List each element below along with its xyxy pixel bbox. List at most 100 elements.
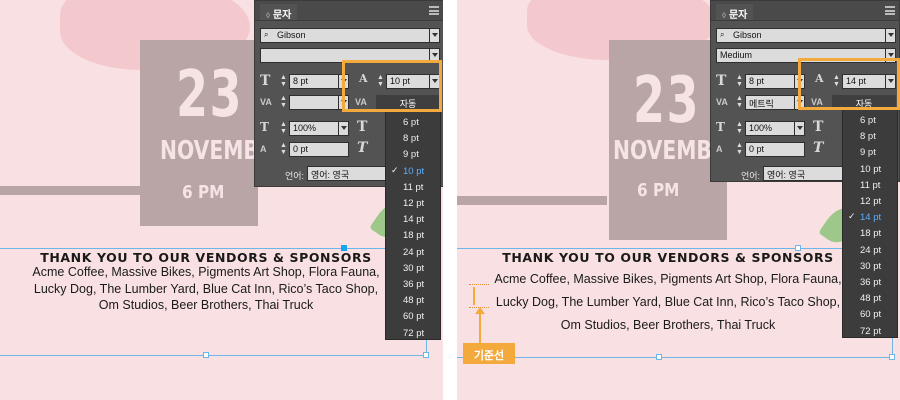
leading-option-label: 30 pt xyxy=(860,260,882,272)
leading-option[interactable]: 10 pt xyxy=(843,161,897,177)
leading-option[interactable]: 30 pt xyxy=(386,260,440,276)
leading-option-label: 10 pt xyxy=(403,165,425,177)
leading-option-label: 18 pt xyxy=(860,228,882,240)
vendor-line: Acme Coffee, Massive Bikes, Pigments Art… xyxy=(494,272,842,286)
kerning-icon: VA xyxy=(716,97,728,107)
leading-option-label: 12 pt xyxy=(860,196,882,207)
baseline-shift-stepper[interactable]: ▲ ▼ xyxy=(735,142,744,157)
leading-option[interactable]: 48 pt xyxy=(843,290,897,306)
leading-highlight xyxy=(798,58,900,110)
baseline-shift-field[interactable]: 0 pt xyxy=(289,142,349,157)
leading-option-label: 11 pt xyxy=(403,181,424,193)
leading-option[interactable]: 12 pt xyxy=(843,193,897,209)
leading-option[interactable]: 18 pt xyxy=(386,227,440,243)
baseline-shift-field[interactable]: 0 pt xyxy=(745,142,805,157)
leading-option[interactable]: 24 pt xyxy=(843,242,897,258)
language-field[interactable]: 영어: 영국 xyxy=(763,166,843,181)
horizontal-scale-icon: T xyxy=(813,119,824,135)
leading-option-label: 72 pt xyxy=(403,327,425,339)
leading-option-label: 14 pt xyxy=(860,212,882,224)
date-block: 23 NOVEMBER 6 PM xyxy=(140,40,288,226)
leading-option[interactable]: 9 pt xyxy=(386,146,440,162)
leading-option[interactable]: 72 pt xyxy=(386,325,440,341)
kerning-stepper[interactable]: ▲ ▼ xyxy=(279,95,288,110)
horizontal-scale-icon: T xyxy=(357,119,368,135)
leading-option[interactable]: 12 pt xyxy=(386,195,440,211)
vertical-scale-dropdown[interactable] xyxy=(338,121,349,136)
leading-option[interactable]: 36 pt xyxy=(386,276,440,292)
leading-option-label: 18 pt xyxy=(403,230,425,242)
panel-menu-icon[interactable] xyxy=(885,6,895,15)
leading-option[interactable]: 11 pt xyxy=(386,179,440,195)
kerning-stepper[interactable]: ▲ ▼ xyxy=(735,95,744,110)
frame-handle[interactable] xyxy=(203,352,209,358)
search-icon: ⌕ xyxy=(720,30,725,39)
vertical-scale-stepper[interactable]: ▲ ▼ xyxy=(279,121,288,136)
language-field[interactable]: 영어: 영국 xyxy=(307,166,387,181)
leading-option[interactable]: 6 pt xyxy=(843,112,897,128)
left-screenshot: 23 NOVEMBER 6 PM THANK YOU TO OUR VENDOR… xyxy=(0,0,443,400)
font-family-dropdown[interactable] xyxy=(885,28,896,43)
leading-option-label: 6 pt xyxy=(403,117,419,128)
leading-option[interactable]: 24 pt xyxy=(386,244,440,260)
tab-character[interactable]: ◊ 문자 xyxy=(260,4,298,21)
kerning-field[interactable] xyxy=(289,95,339,110)
leading-option[interactable]: 9 pt xyxy=(843,144,897,160)
kerning-field[interactable]: 메트릭 xyxy=(745,95,795,110)
leading-option[interactable]: 6 pt xyxy=(386,114,440,130)
leading-highlight xyxy=(342,60,442,112)
baseline-shift-icon: A xyxy=(260,144,267,154)
vertical-scale-stepper[interactable]: ▲ ▼ xyxy=(735,121,744,136)
collapse-icon: ◊ xyxy=(722,11,726,20)
font-family-field[interactable]: ⌕ Gibson xyxy=(716,28,886,43)
tab-character[interactable]: ◊ 문자 xyxy=(716,4,754,21)
font-size-icon: T xyxy=(716,73,727,89)
frame-handle[interactable] xyxy=(889,354,895,360)
callout-arrow xyxy=(475,307,485,343)
panel-tab-bar: ◊ 문자 xyxy=(255,1,443,21)
leading-measure-arrow xyxy=(473,287,475,305)
leading-option[interactable]: 36 pt xyxy=(843,274,897,290)
vendor-line: Om Studios, Beer Brothers, Thai Truck xyxy=(98,298,314,312)
font-size-icon: T xyxy=(260,73,271,89)
frame-handle[interactable] xyxy=(656,354,662,360)
leading-option[interactable]: 8 pt xyxy=(386,130,440,146)
invite-heading: THANK YOU TO OUR VENDORS & SPONSORS xyxy=(502,250,834,265)
font-size-field[interactable]: 8 pt xyxy=(745,74,795,89)
leading-option[interactable]: ✓ 10 pt xyxy=(386,163,440,179)
leading-option-label: 24 pt xyxy=(403,246,425,258)
vendor-line: Lucky Dog, The Lumber Yard, Blue Cat Inn… xyxy=(33,282,379,296)
leading-option-label: 30 pt xyxy=(403,262,425,274)
vertical-scale-field[interactable]: 100% xyxy=(289,121,339,136)
vertical-scale-field[interactable]: 100% xyxy=(745,121,795,136)
leading-option[interactable]: 72 pt xyxy=(843,323,897,339)
leading-option[interactable]: 48 pt xyxy=(386,292,440,308)
font-family-dropdown[interactable] xyxy=(429,28,440,43)
right-screenshot: 23 NOVEMBER 6 PM THANK YOU TO OUR VENDOR… xyxy=(457,0,900,400)
leading-option-label: 24 pt xyxy=(860,244,882,256)
frame-handle[interactable] xyxy=(423,352,429,358)
leading-option[interactable]: 18 pt xyxy=(843,225,897,241)
panel-menu-icon[interactable] xyxy=(429,6,439,15)
leading-option[interactable]: 8 pt xyxy=(843,128,897,144)
baseline-shift-stepper[interactable]: ▲ ▼ xyxy=(279,142,288,157)
font-size-field[interactable]: 8 pt xyxy=(289,74,339,89)
decor-bar xyxy=(457,196,607,205)
vertical-scale-icon: T xyxy=(716,120,725,134)
checkmark-icon: ✓ xyxy=(391,164,399,175)
leading-option[interactable]: 14 pt xyxy=(386,211,440,227)
vendor-line: Om Studios, Beer Brothers, Thai Truck xyxy=(560,318,776,332)
leading-option[interactable]: 30 pt xyxy=(843,258,897,274)
font-family-field[interactable]: ⌕ Gibson xyxy=(260,28,430,43)
leading-option[interactable]: 11 pt xyxy=(843,177,897,193)
font-size-stepper[interactable]: ▲ ▼ xyxy=(735,74,744,89)
leading-option[interactable]: 60 pt xyxy=(843,306,897,322)
font-size-stepper[interactable]: ▲ ▼ xyxy=(279,74,288,89)
leading-option-label: 10 pt xyxy=(860,163,882,175)
vendor-line: Acme Coffee, Massive Bikes, Pigments Art… xyxy=(32,265,380,279)
vertical-scale-dropdown[interactable] xyxy=(794,121,805,136)
leading-option[interactable]: 60 pt xyxy=(386,308,440,324)
leading-option-label: 14 pt xyxy=(403,214,425,226)
collapse-icon: ◊ xyxy=(266,11,270,20)
leading-option[interactable]: ✓ 14 pt xyxy=(843,209,897,225)
